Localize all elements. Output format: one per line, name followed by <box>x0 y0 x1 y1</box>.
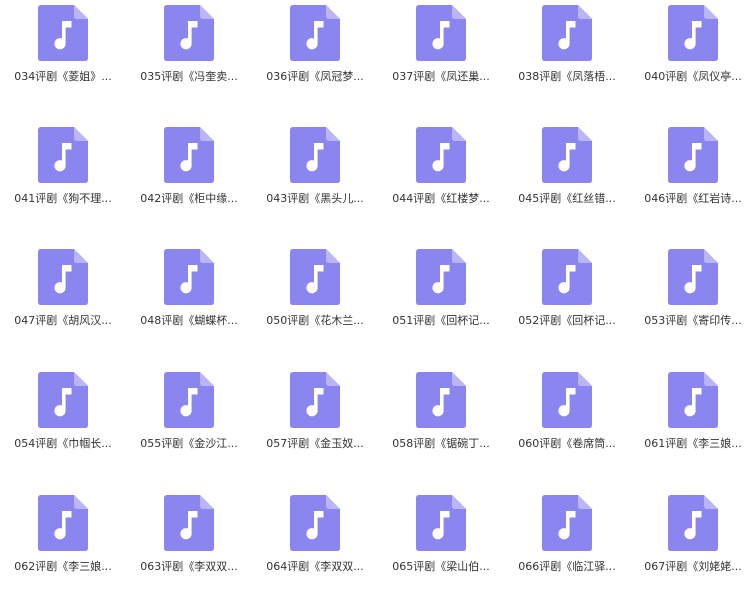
music-note-file-icon <box>38 372 88 428</box>
file-name-label: 052评剧《回杯记... <box>518 314 616 327</box>
file-item[interactable]: 053评剧《寄印传... <box>630 244 750 362</box>
file-item[interactable]: 042评剧《柜中缘... <box>126 122 252 240</box>
file-item[interactable]: 062评剧《李三娘... <box>0 490 126 608</box>
music-note-file-icon <box>38 249 88 305</box>
file-name-label: 050评剧《花木兰... <box>266 314 364 327</box>
music-note-file-icon <box>542 495 592 551</box>
music-note-file-icon <box>290 249 340 305</box>
file-item[interactable]: 055评剧《金沙江... <box>126 367 252 485</box>
file-name-label: 064评剧《李双双... <box>266 560 364 573</box>
music-note-file-icon <box>38 5 88 61</box>
file-name-label: 063评剧《李双双... <box>140 560 238 573</box>
file-item[interactable]: 044评剧《红楼梦... <box>378 122 504 240</box>
file-item[interactable]: 041评剧《狗不理... <box>0 122 126 240</box>
file-name-label: 048评剧《蝴蝶杯... <box>140 314 238 327</box>
file-item[interactable]: 067评剧《刘姥姥... <box>630 490 750 608</box>
file-name-label: 046评剧《红岩诗... <box>644 192 742 205</box>
file-item[interactable]: 054评剧《巾帼长... <box>0 367 126 485</box>
file-name-label: 051评剧《回杯记... <box>392 314 490 327</box>
file-item[interactable]: 066评剧《临江驿... <box>504 490 630 608</box>
music-note-file-icon <box>290 495 340 551</box>
file-name-label: 067评剧《刘姥姥... <box>644 560 742 573</box>
music-note-file-icon <box>542 372 592 428</box>
file-item[interactable]: 057评剧《金玉奴... <box>252 367 378 485</box>
file-name-label: 035评剧《冯奎卖... <box>140 70 238 83</box>
music-note-file-icon <box>542 5 592 61</box>
file-item[interactable]: 037评剧《凤还巢... <box>378 0 504 118</box>
file-item[interactable]: 051评剧《回杯记... <box>378 244 504 362</box>
file-item[interactable]: 060评剧《卷席筒... <box>504 367 630 485</box>
music-note-file-icon <box>164 372 214 428</box>
music-note-file-icon <box>38 495 88 551</box>
music-note-file-icon <box>542 127 592 183</box>
music-note-file-icon <box>668 372 718 428</box>
file-item[interactable]: 065评剧《梁山伯... <box>378 490 504 608</box>
file-name-label: 062评剧《李三娘... <box>14 560 112 573</box>
file-name-label: 045评剧《红丝错... <box>518 192 616 205</box>
music-note-file-icon <box>290 5 340 61</box>
music-note-file-icon <box>416 249 466 305</box>
file-name-label: 044评剧《红楼梦... <box>392 192 490 205</box>
music-note-file-icon <box>416 127 466 183</box>
file-item[interactable]: 043评剧《黑头儿... <box>252 122 378 240</box>
music-note-file-icon <box>38 127 88 183</box>
file-name-label: 054评剧《巾帼长... <box>14 437 112 450</box>
file-item[interactable]: 058评剧《锯碗丁... <box>378 367 504 485</box>
music-note-file-icon <box>164 495 214 551</box>
file-item[interactable]: 048评剧《蝴蝶杯... <box>126 244 252 362</box>
file-item[interactable]: 036评剧《凤冠梦... <box>252 0 378 118</box>
file-name-label: 036评剧《凤冠梦... <box>266 70 364 83</box>
file-name-label: 034评剧《菱姐》... <box>14 70 112 83</box>
file-name-label: 037评剧《凤还巢... <box>392 70 490 83</box>
file-name-label: 061评剧《李三娘... <box>644 437 742 450</box>
file-name-label: 043评剧《黑头儿... <box>266 192 364 205</box>
file-name-label: 042评剧《柜中缘... <box>140 192 238 205</box>
file-name-label: 055评剧《金沙江... <box>140 437 238 450</box>
file-item[interactable]: 050评剧《花木兰... <box>252 244 378 362</box>
music-note-file-icon <box>164 5 214 61</box>
file-name-label: 058评剧《锯碗丁... <box>392 437 490 450</box>
music-note-file-icon <box>416 5 466 61</box>
file-name-label: 053评剧《寄印传... <box>644 314 742 327</box>
file-name-label: 047评剧《胡风汉... <box>14 314 112 327</box>
file-item[interactable]: 047评剧《胡风汉... <box>0 244 126 362</box>
music-note-file-icon <box>668 249 718 305</box>
file-grid: 034评剧《菱姐》... 035评剧《冯奎卖... 036评剧《凤冠梦... 037评… <box>0 0 750 602</box>
file-name-label: 066评剧《临江驿... <box>518 560 616 573</box>
music-note-file-icon <box>668 127 718 183</box>
file-item[interactable]: 063评剧《李双双... <box>126 490 252 608</box>
music-note-file-icon <box>290 372 340 428</box>
music-note-file-icon <box>668 5 718 61</box>
file-item[interactable]: 052评剧《回杯记... <box>504 244 630 362</box>
file-item[interactable]: 040评剧《凤仪亭... <box>630 0 750 118</box>
file-item[interactable]: 034评剧《菱姐》... <box>0 0 126 118</box>
music-note-file-icon <box>164 249 214 305</box>
file-name-label: 041评剧《狗不理... <box>14 192 112 205</box>
file-name-label: 060评剧《卷席筒... <box>518 437 616 450</box>
file-item[interactable]: 064评剧《李双双... <box>252 490 378 608</box>
music-note-file-icon <box>164 127 214 183</box>
file-name-label: 065评剧《梁山伯... <box>392 560 490 573</box>
music-note-file-icon <box>668 495 718 551</box>
music-note-file-icon <box>542 249 592 305</box>
file-item[interactable]: 035评剧《冯奎卖... <box>126 0 252 118</box>
file-name-label: 057评剧《金玉奴... <box>266 437 364 450</box>
file-item[interactable]: 038评剧《凤落梧... <box>504 0 630 118</box>
music-note-file-icon <box>416 495 466 551</box>
music-note-file-icon <box>416 372 466 428</box>
file-item[interactable]: 061评剧《李三娘... <box>630 367 750 485</box>
file-item[interactable]: 045评剧《红丝错... <box>504 122 630 240</box>
file-name-label: 040评剧《凤仪亭... <box>644 70 742 83</box>
file-item[interactable]: 046评剧《红岩诗... <box>630 122 750 240</box>
file-name-label: 038评剧《凤落梧... <box>518 70 616 83</box>
music-note-file-icon <box>290 127 340 183</box>
